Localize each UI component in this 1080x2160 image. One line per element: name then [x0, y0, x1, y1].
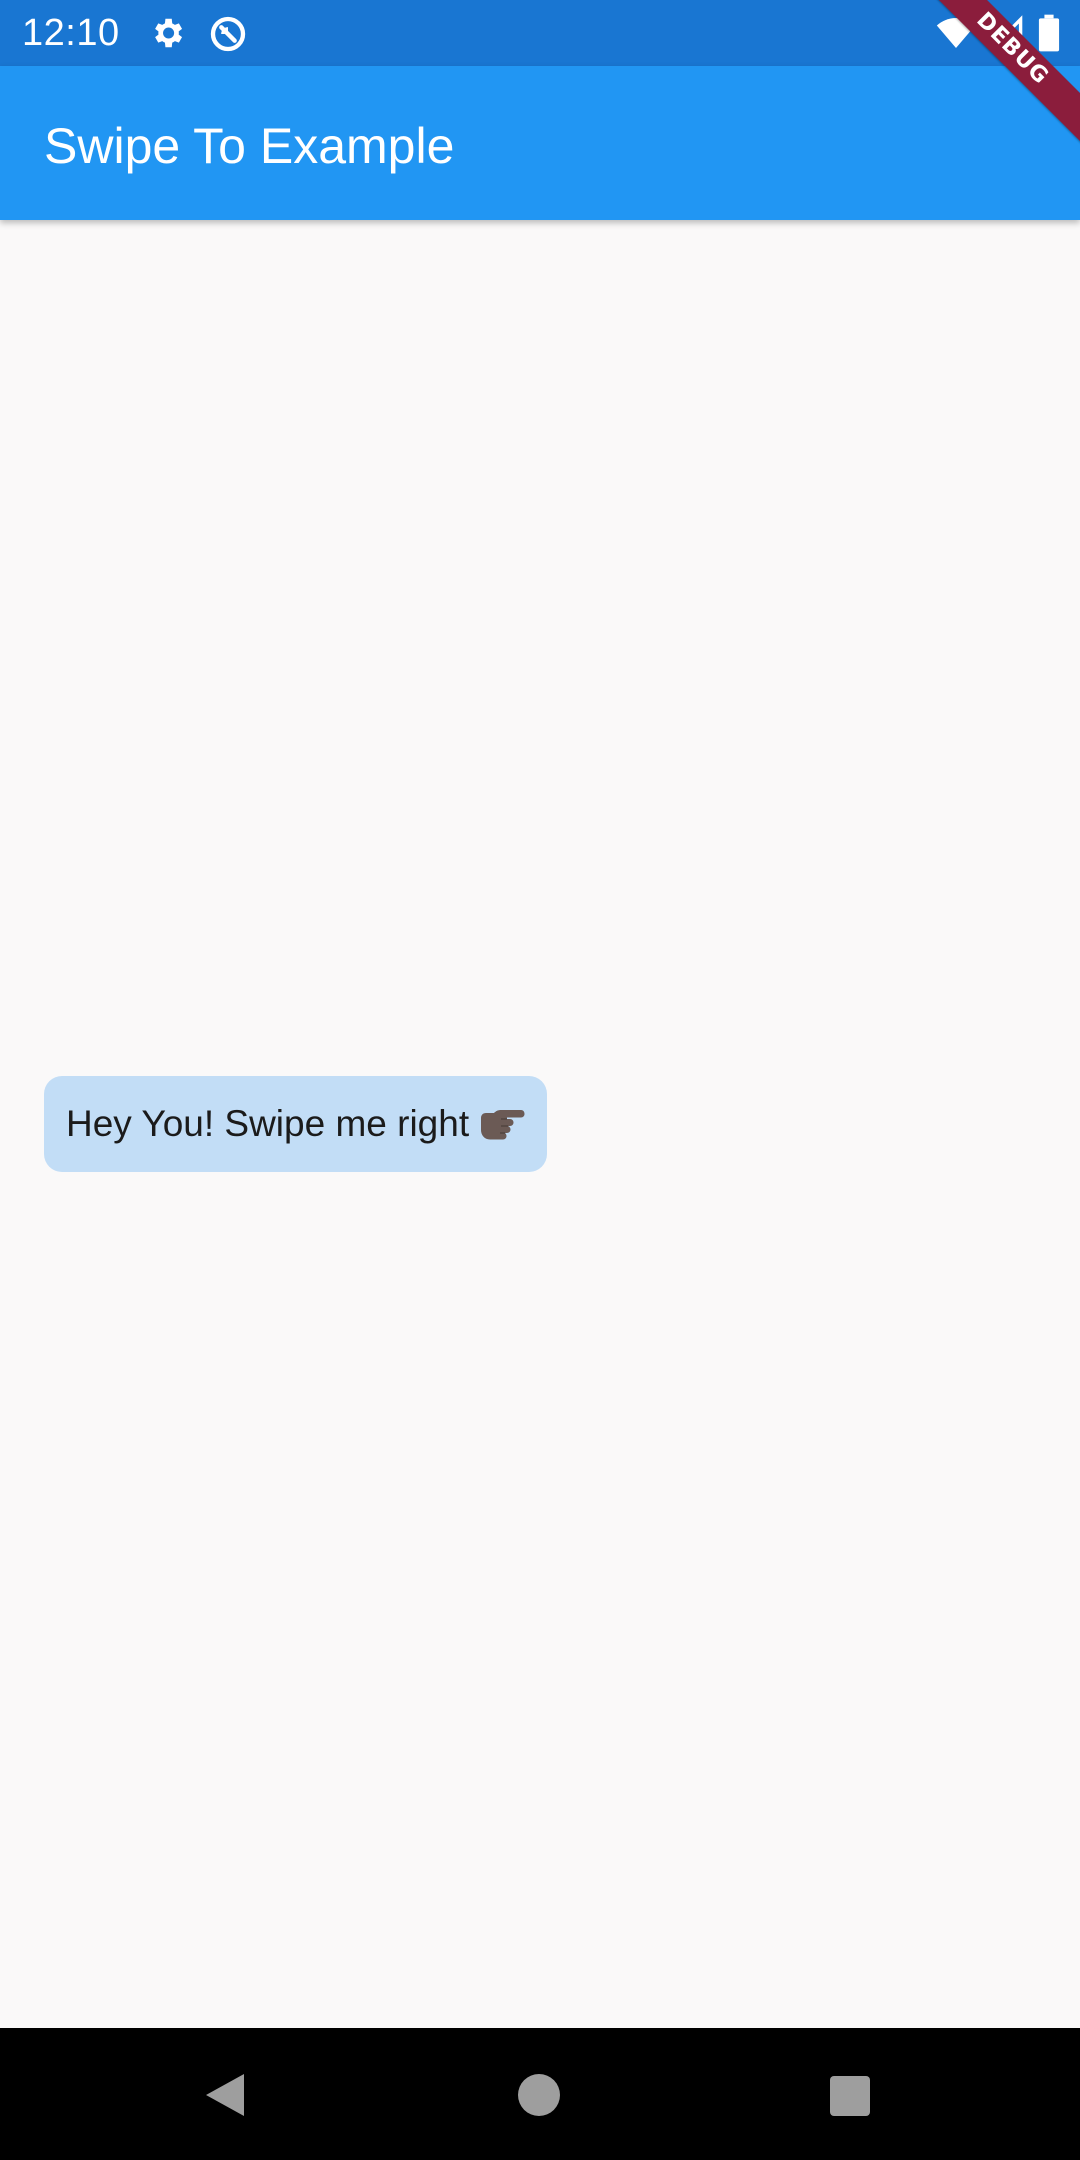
message-text: Hey You! Swipe me right — [66, 1103, 470, 1144]
swipeable-message-bubble[interactable]: Hey You! Swipe me right — [44, 1076, 548, 1172]
system-nav-bar — [0, 2028, 1080, 2160]
app-bar: Swipe To Example — [0, 66, 1080, 220]
page-title: Swipe To Example — [44, 118, 455, 174]
battery-icon — [1038, 14, 1060, 52]
sync-icon — [210, 16, 246, 52]
app-screen: 12:10 DEBUG Swipe To Example Hey You! Sw… — [0, 0, 1080, 2160]
pointing-right-hand-icon — [481, 1110, 525, 1140]
gear-icon — [155, 18, 183, 48]
home-icon[interactable] — [518, 2074, 560, 2116]
status-bar: 12:10 — [0, 0, 1080, 66]
recents-icon[interactable] — [830, 2076, 870, 2116]
back-icon[interactable] — [204, 2072, 246, 2118]
status-time: 12:10 — [22, 12, 120, 54]
